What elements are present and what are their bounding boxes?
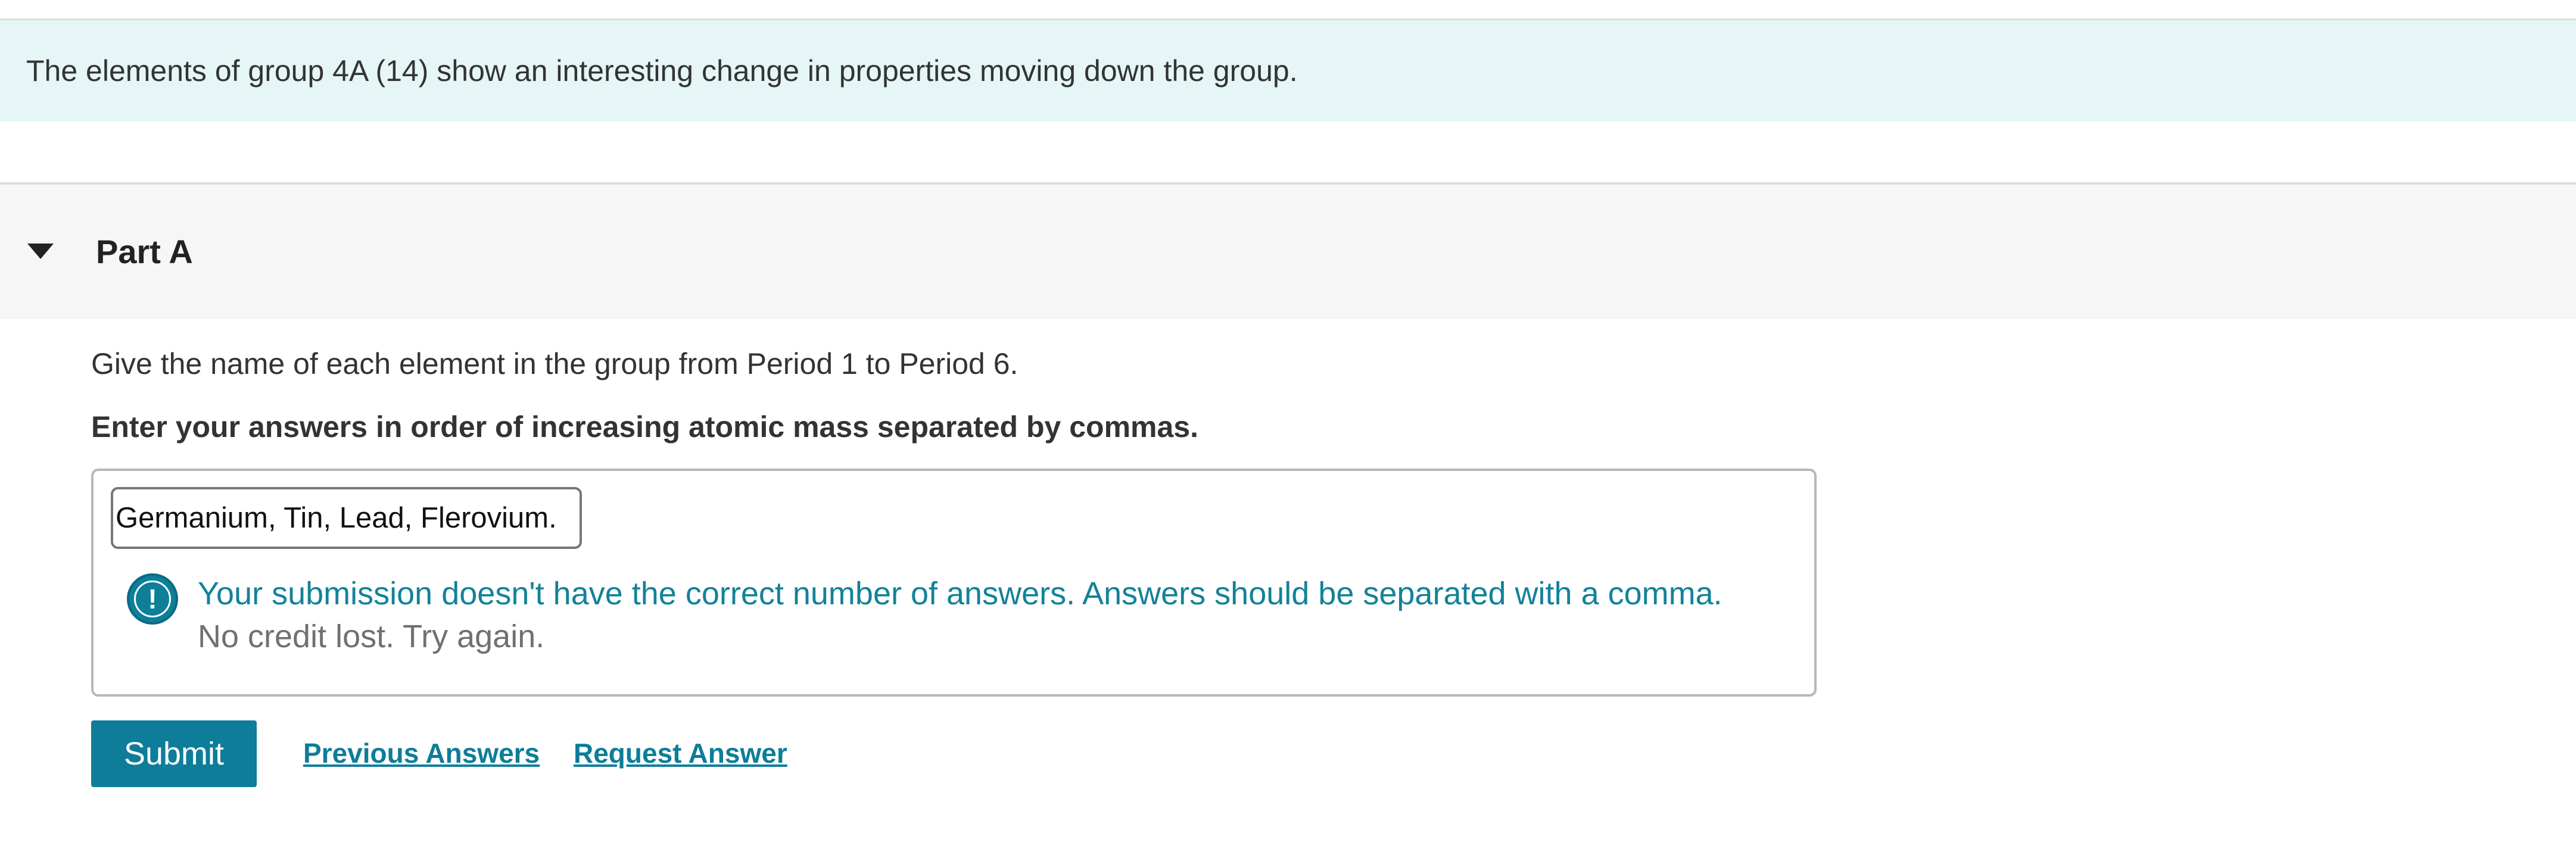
answer-container: ! Your submission doesn't have the corre… bbox=[91, 469, 1817, 697]
previous-answers-link[interactable]: Previous Answers bbox=[303, 720, 540, 786]
question-instruction: Enter your answers in order of increasin… bbox=[91, 410, 1199, 444]
exclamation-icon: ! bbox=[134, 581, 171, 617]
request-answer-link[interactable]: Request Answer bbox=[574, 720, 787, 786]
answer-input[interactable] bbox=[111, 487, 582, 549]
part-title: Part A bbox=[96, 233, 193, 270]
top-divider bbox=[0, 0, 2576, 20]
submit-button[interactable]: Submit bbox=[91, 720, 257, 787]
feedback-note: No credit lost. Try again. bbox=[198, 619, 545, 654]
feedback-message: Your submission doesn't have the correct… bbox=[198, 576, 1722, 611]
question-text: Give the name of each element in the gro… bbox=[91, 347, 1018, 380]
alert-icon: ! bbox=[127, 573, 178, 625]
intro-text: The elements of group 4A (14) show an in… bbox=[26, 54, 1298, 88]
part-a-header[interactable]: Part A bbox=[0, 185, 2576, 319]
intro-banner: The elements of group 4A (14) show an in… bbox=[0, 20, 2576, 121]
chevron-down-icon[interactable] bbox=[27, 244, 54, 259]
